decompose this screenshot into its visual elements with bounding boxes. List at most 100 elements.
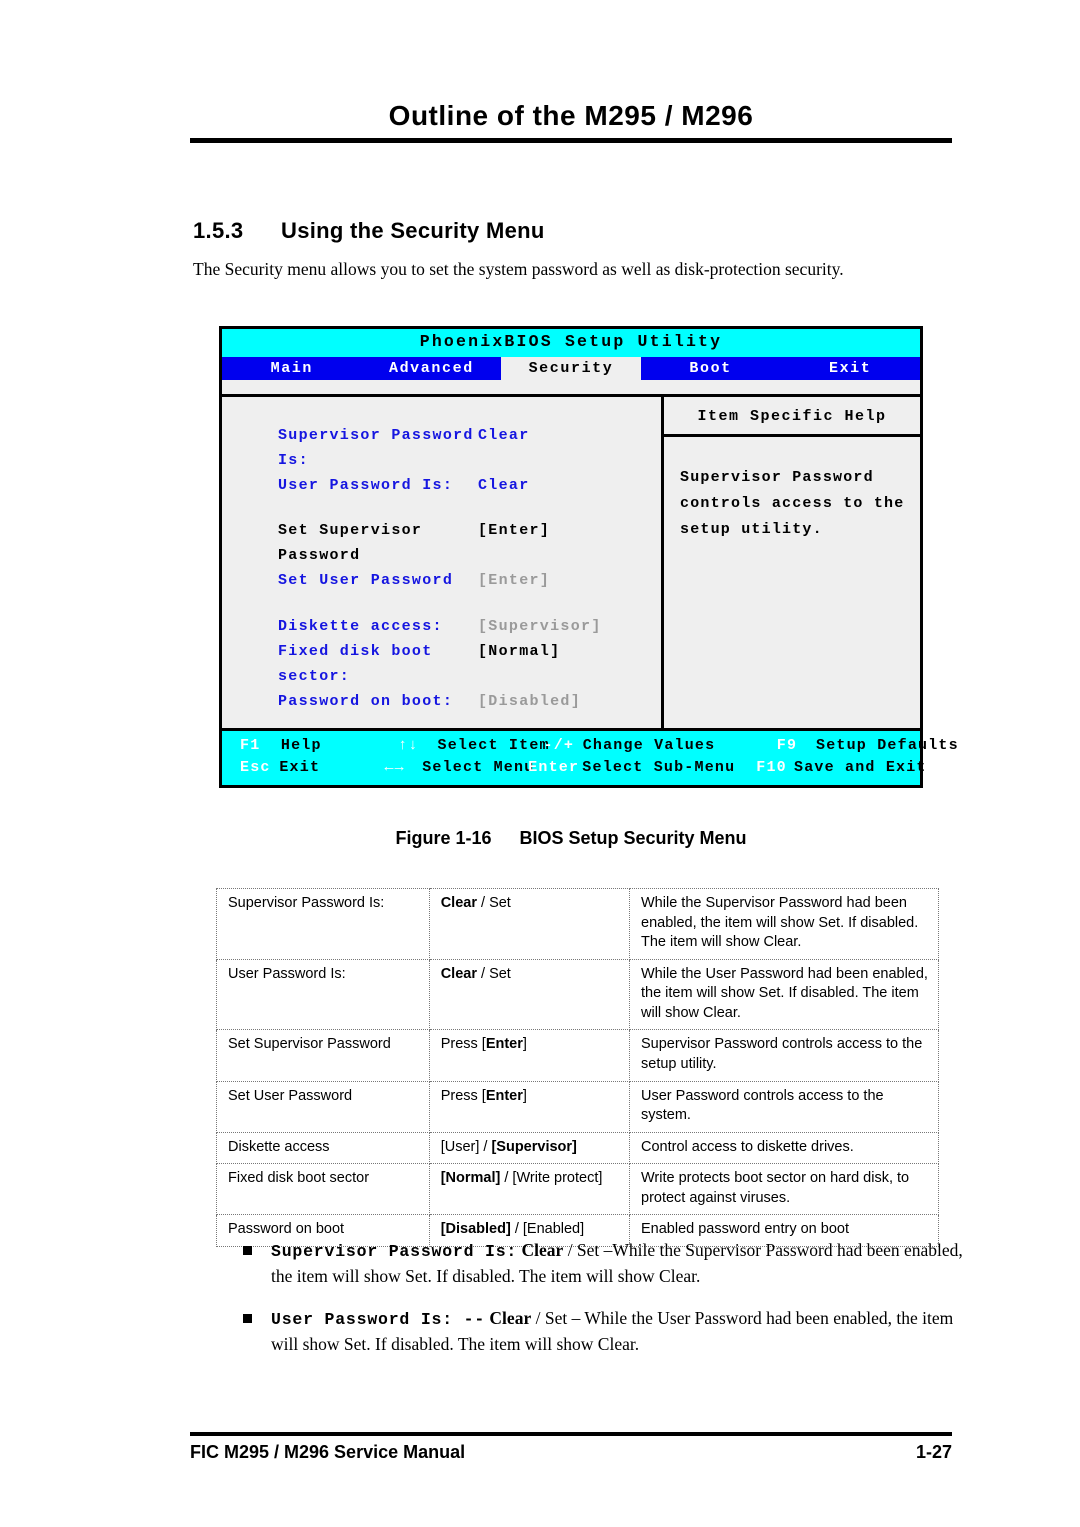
bios-setting-value[interactable]: [Disabled] xyxy=(478,689,581,714)
bios-setting-row[interactable]: Set User Password [Enter] xyxy=(222,568,661,593)
bios-menu-tabbar[interactable]: Main Advanced Security Boot Exit xyxy=(222,356,920,380)
table-cell-item: User Password Is: xyxy=(216,958,430,1031)
table-cell-description: Write protects boot sector on hard disk,… xyxy=(629,1163,939,1216)
help-text-line: Supervisor Password xyxy=(680,468,874,486)
function-key-name: ←→ xyxy=(384,759,405,776)
function-key-name: Enter xyxy=(528,759,580,776)
table-row: Diskette access [User] / [Supervisor] Cont… xyxy=(216,1131,939,1165)
bullet-list: Supervisor Password Is: Clear / Set –Whi… xyxy=(243,1238,965,1375)
bios-setting-label: Diskette access: xyxy=(278,617,443,635)
page-footer: FIC M295 / M296 Service Manual 1-27 xyxy=(190,1442,952,1463)
table-cell-description: Supervisor Password controls access to t… xyxy=(629,1029,939,1082)
bios-function-key-bar: F1 Help ↑↓ Select Item -/+ Change Values F9 Set… xyxy=(222,727,959,785)
bios-setting-row[interactable]: Fixed disk boot sector: [Normal] xyxy=(222,639,661,689)
bios-tab-boot[interactable]: Boot xyxy=(641,357,781,380)
table-row: Fixed disk boot sector [Normal] / [Write … xyxy=(216,1163,939,1216)
bios-setting-value[interactable]: Clear xyxy=(478,473,530,498)
figure-number: Figure 1-16 xyxy=(395,828,492,848)
bios-setting-row[interactable]: Password on boot: [Disabled] xyxy=(222,689,661,714)
function-key-description: Change Values xyxy=(582,736,716,754)
bios-item-specific-help-panel: Item Specific Help Supervisor Password co… xyxy=(664,397,920,728)
section-title: Using the Security Menu xyxy=(281,218,545,243)
function-key-description: Select Menu xyxy=(422,759,535,776)
bullet-default-value: Clear xyxy=(517,1240,564,1260)
section-number: 1.5.3 xyxy=(193,218,244,243)
bios-group-spacer xyxy=(222,594,661,614)
bios-setting-label: User Password Is: xyxy=(278,476,454,494)
bios-setting-value[interactable]: [Supervisor] xyxy=(478,614,602,639)
table-cell-item: Set User Password xyxy=(216,1080,430,1133)
bullet-square-icon xyxy=(243,1314,252,1324)
bios-tabbar-underlay xyxy=(222,379,920,394)
table-row: User Password Is: Clear / Set While the Us… xyxy=(216,958,939,1031)
table-cell-options: Press [Enter] xyxy=(428,1080,631,1133)
bios-setup-screenshot: PhoenixBIOS Setup Utility Main Advanced Se… xyxy=(219,326,959,788)
bios-setting-label: Supervisor Password Is: xyxy=(278,426,474,469)
table-cell-description: Control access to diskette drives. xyxy=(629,1131,939,1165)
bios-setting-row[interactable]: Supervisor Password Is: Clear xyxy=(222,423,661,473)
bios-setting-row[interactable]: Diskette access: [Supervisor] xyxy=(222,614,661,639)
function-key-description: Select Sub-Menu xyxy=(582,759,736,776)
bios-tab-exit[interactable]: Exit xyxy=(780,357,920,380)
help-text-line: controls access to the xyxy=(680,494,905,512)
bios-setting-label: Password on boot: xyxy=(278,693,454,711)
function-key-name: -/+ xyxy=(543,736,575,754)
section-heading: 1.5.3 Using the Security Menu xyxy=(193,218,953,244)
footer-rule xyxy=(190,1432,952,1436)
table-cell-item: Supervisor Password Is: xyxy=(216,888,430,960)
table-cell-item: Set Supervisor Password xyxy=(216,1029,430,1082)
bios-setting-label: Fixed disk boot sector: xyxy=(278,642,433,685)
function-key-name: ↑↓ xyxy=(398,736,419,754)
function-key-row-2: Esc Exit ←→ Select Menu Enter Select Sub-Menu… xyxy=(222,757,927,780)
help-panel-title: Item Specific Help xyxy=(664,397,920,437)
help-panel-text: Supervisor Password controls access to th… xyxy=(664,437,920,544)
figure-title: BIOS Setup Security Menu xyxy=(519,828,747,848)
footer-page-number: 1-27 xyxy=(915,1442,952,1462)
function-key-description: Save and Exit xyxy=(794,759,927,776)
page-header: Outline of the M295 / M296 xyxy=(190,100,952,143)
function-key-name: F10 xyxy=(756,759,787,776)
function-key-description: Select Item xyxy=(437,736,550,754)
function-key-description: Setup Defaults xyxy=(816,736,959,754)
security-options-table-body: Supervisor Password Is: Clear / Set While … xyxy=(216,888,939,1247)
bios-tab-main[interactable]: Main xyxy=(222,357,362,380)
security-options-table: Supervisor Password Is: Clear / Set While … xyxy=(216,888,939,1247)
table-cell-options: Clear / Set xyxy=(428,958,631,1031)
function-key-description: Exit xyxy=(279,759,321,776)
bios-setting-label: Set Supervisor Password xyxy=(278,522,423,565)
table-cell-options: Clear / Set xyxy=(428,888,631,960)
header-rule xyxy=(190,138,952,143)
table-cell-item: Fixed disk boot sector xyxy=(216,1163,430,1216)
table-row: Supervisor Password Is: Clear / Set While … xyxy=(216,888,939,960)
bios-setting-value[interactable]: [Normal] xyxy=(478,639,560,689)
table-cell-description: User Password controls access to the sys… xyxy=(629,1080,939,1133)
table-cell-item: Diskette access xyxy=(216,1131,430,1165)
page-title: Outline of the M295 / M296 xyxy=(388,100,754,131)
bios-setting-row[interactable]: User Password Is: Clear xyxy=(222,473,661,498)
bullet-item: Supervisor Password Is: Clear / Set –Whi… xyxy=(243,1238,965,1289)
function-key-description: Help xyxy=(280,736,322,754)
bios-group-spacer xyxy=(222,498,661,518)
bios-setting-row[interactable]: Set Supervisor Password [Enter] xyxy=(222,518,661,568)
bullet-setting-name: Supervisor Password Is: xyxy=(271,1242,518,1261)
bullet-setting-name: User Password Is: -- xyxy=(271,1310,486,1330)
bios-setting-label: Set User Password xyxy=(278,572,454,590)
function-key-row-1: F1 Help ↑↓ Select Item -/+ Change Values F9 Set… xyxy=(222,735,959,758)
table-cell-description: While the Supervisor Password had been e… xyxy=(629,888,939,960)
table-cell-options: [Normal] / [Write protect] xyxy=(428,1163,631,1216)
function-key-name: F9 xyxy=(776,736,798,754)
bios-content-area: Supervisor Password Is: Clear User Passwor… xyxy=(222,393,920,728)
bios-tab-advanced[interactable]: Advanced xyxy=(362,357,502,380)
bullet-square-icon xyxy=(243,1246,252,1255)
bios-setting-value[interactable]: Clear xyxy=(478,423,530,473)
figure-caption: Figure 1-16 BIOS Setup Security Menu xyxy=(219,828,923,849)
table-cell-options: Press [Enter] xyxy=(428,1029,631,1082)
bios-setting-value[interactable]: [Enter] xyxy=(478,568,550,593)
bios-tab-security[interactable]: Security xyxy=(501,356,641,380)
bios-settings-list[interactable]: Supervisor Password Is: Clear User Passwor… xyxy=(222,396,664,728)
footer-manual-name: FIC M295 / M296 Service Manual xyxy=(190,1442,466,1462)
help-text-line: setup utility. xyxy=(680,521,823,538)
bios-setting-value[interactable]: [Enter] xyxy=(478,518,550,568)
function-key-name: F1 xyxy=(240,736,261,754)
table-cell-description: While the User Password had been enabled… xyxy=(629,958,939,1031)
